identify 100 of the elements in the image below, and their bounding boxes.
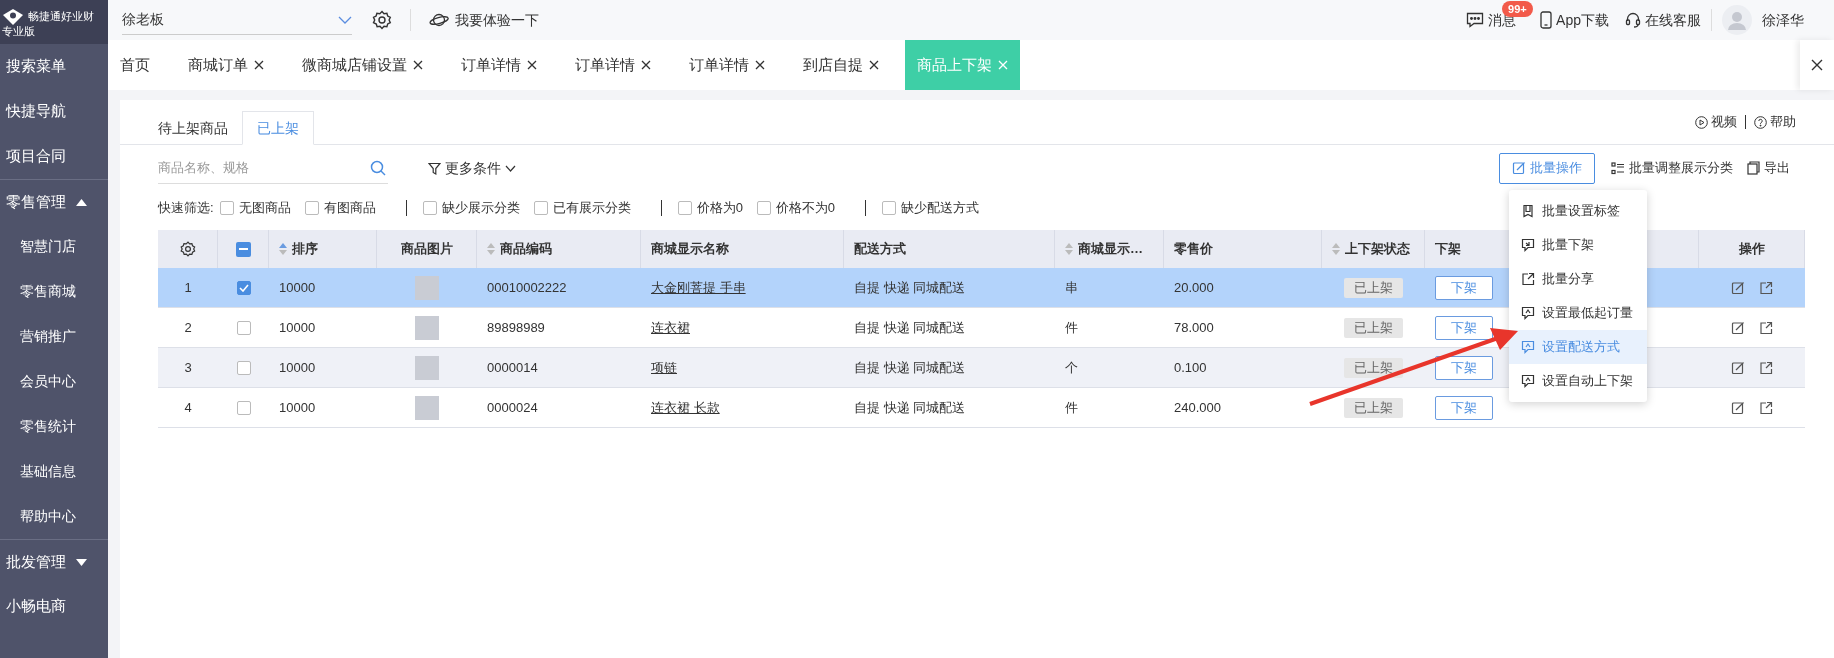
video-link[interactable]: 视频 (1695, 112, 1737, 132)
table-cell-text: 件 (1065, 318, 1078, 337)
filter-label: 缺少展示分类 (441, 199, 520, 218)
adjust-category-button[interactable]: 批量调整展示分类 (1611, 158, 1733, 178)
sidebar-subitem[interactable]: 基础信息 (0, 449, 108, 494)
phone-icon (1540, 11, 1553, 29)
close-icon (413, 60, 423, 70)
help-link[interactable]: 帮助 (1754, 112, 1796, 132)
account-select[interactable]: 徐老板 (122, 5, 352, 35)
menu-item[interactable]: 批量设置标签 (1509, 194, 1647, 228)
page-tab[interactable]: 首页 (108, 40, 162, 90)
filter-label: 已有展示分类 (552, 199, 631, 218)
planet-icon (429, 12, 449, 28)
row-checkbox[interactable] (236, 280, 251, 295)
column-header[interactable]: 排序 (279, 239, 318, 259)
column-header: 配送方式 (854, 240, 906, 259)
sidebar-subitem[interactable]: 营销推广 (0, 314, 108, 359)
table-cell-text: 自提 快递 同城配送 (854, 358, 966, 377)
share-icon[interactable] (1758, 280, 1773, 295)
delist-button[interactable]: 下架 (1435, 275, 1493, 300)
sort-icon (1332, 243, 1340, 255)
batch-operations-button[interactable]: 批量操作 (1499, 152, 1595, 184)
column-header[interactable]: 商城显示… (1065, 239, 1143, 259)
sub-tab[interactable]: 待上架商品 (144, 111, 242, 145)
menu-item-icon (1521, 374, 1535, 388)
settings-icon (372, 10, 392, 30)
menu-item[interactable]: 批量下架 (1509, 228, 1647, 262)
row-checkbox[interactable] (236, 400, 251, 415)
select-all-checkbox[interactable] (235, 241, 251, 257)
delist-button[interactable]: 下架 (1435, 355, 1493, 380)
menu-item-icon (1521, 272, 1535, 286)
sidebar-subitem[interactable]: 帮助中心 (0, 494, 108, 539)
share-icon[interactable] (1758, 400, 1773, 415)
app-download-link[interactable]: App下载 (1540, 9, 1609, 31)
sidebar-subitem[interactable]: 零售商城 (0, 269, 108, 314)
product-name-link[interactable]: 连衣裙 长款 (651, 397, 720, 418)
page-tab[interactable]: 商城订单 (176, 40, 276, 90)
edit-icon[interactable] (1730, 320, 1745, 335)
sub-tab[interactable]: 已上架 (242, 111, 314, 145)
delist-button[interactable]: 下架 (1435, 315, 1493, 340)
close-icon (254, 60, 264, 70)
filter-checkbox[interactable] (756, 201, 771, 215)
search-field[interactable]: 商品名称、规格 (158, 152, 388, 184)
sidebar-section[interactable]: 零售管理 (0, 179, 108, 224)
table-cell-text: 20.000 (1174, 278, 1214, 297)
chevron-down-icon (338, 15, 352, 24)
page-tab[interactable]: 订单详情 (677, 40, 777, 90)
try-it-link[interactable]: 我要体验一下 (429, 9, 539, 31)
product-name-link[interactable]: 项链 (651, 357, 677, 378)
page-tab[interactable]: 微商城店铺设置 (290, 40, 435, 90)
sort-icon (487, 243, 495, 255)
close-icon (869, 60, 879, 70)
sidebar-item[interactable]: 搜索菜单 (0, 44, 108, 89)
table-cell-text: 0.100 (1174, 358, 1207, 377)
product-name-link[interactable]: 连衣裙 (651, 317, 690, 338)
product-name-link[interactable]: 大金刚菩提 手串 (651, 277, 746, 298)
sort-icon (1065, 243, 1073, 255)
page-tab[interactable]: 到店自提 (791, 40, 891, 90)
filter-checkbox[interactable] (422, 201, 437, 215)
row-checkbox[interactable] (236, 360, 251, 375)
filter-icon (428, 161, 441, 175)
row-checkbox[interactable] (236, 320, 251, 335)
filter-checkbox[interactable] (219, 201, 234, 215)
row-number: 2 (184, 318, 192, 337)
close-icon (1811, 59, 1823, 71)
status-tag: 已上架 (1344, 357, 1403, 378)
sidebar-subitem[interactable]: 会员中心 (0, 359, 108, 404)
export-button[interactable]: 导出 (1747, 158, 1790, 178)
close-icon (527, 60, 537, 70)
filter-checkbox[interactable] (882, 201, 897, 215)
column-header: 商品图片 (400, 240, 453, 259)
status-tag: 已上架 (1344, 317, 1403, 338)
delist-button[interactable]: 下架 (1435, 395, 1493, 420)
close-icon (998, 60, 1008, 70)
table-cell-text: 自提 快递 同城配送 (854, 278, 966, 297)
row-number: 4 (184, 398, 192, 417)
edit-icon[interactable] (1730, 280, 1745, 295)
page-tab[interactable]: 订单详情 (563, 40, 663, 90)
customer-service-link[interactable]: 在线客服 (1625, 9, 1701, 31)
column-header: 操作 (1738, 240, 1765, 259)
sidebar-subitem[interactable]: 零售统计 (0, 404, 108, 449)
edit-icon[interactable] (1730, 360, 1745, 375)
share-icon[interactable] (1758, 320, 1773, 335)
photo-placeholder (415, 355, 439, 380)
page-tab[interactable]: 订单详情 (449, 40, 549, 90)
filter-label: 有图商品 (323, 199, 376, 218)
edit-icon[interactable] (1730, 400, 1745, 415)
sidebar-section[interactable]: 批发管理 (0, 539, 108, 584)
column-header[interactable]: 商品编码 (487, 239, 552, 259)
sidebar-item[interactable]: 小畅电商 (0, 584, 108, 629)
column-header[interactable]: 上下架状态 (1332, 239, 1410, 259)
filter-checkbox[interactable] (677, 201, 692, 215)
share-icon[interactable] (1758, 360, 1773, 375)
sidebar-item[interactable]: 项目合同 (0, 134, 108, 179)
filter-checkbox[interactable] (304, 201, 319, 215)
sidebar-subitem[interactable]: 智慧门店 (0, 224, 108, 269)
sidebar-item[interactable]: 快捷导航 (0, 89, 108, 134)
filter-checkbox[interactable] (533, 201, 548, 215)
more-filters-button[interactable]: 更多条件 (428, 157, 516, 179)
table-cell-text: 串 (1065, 278, 1078, 297)
